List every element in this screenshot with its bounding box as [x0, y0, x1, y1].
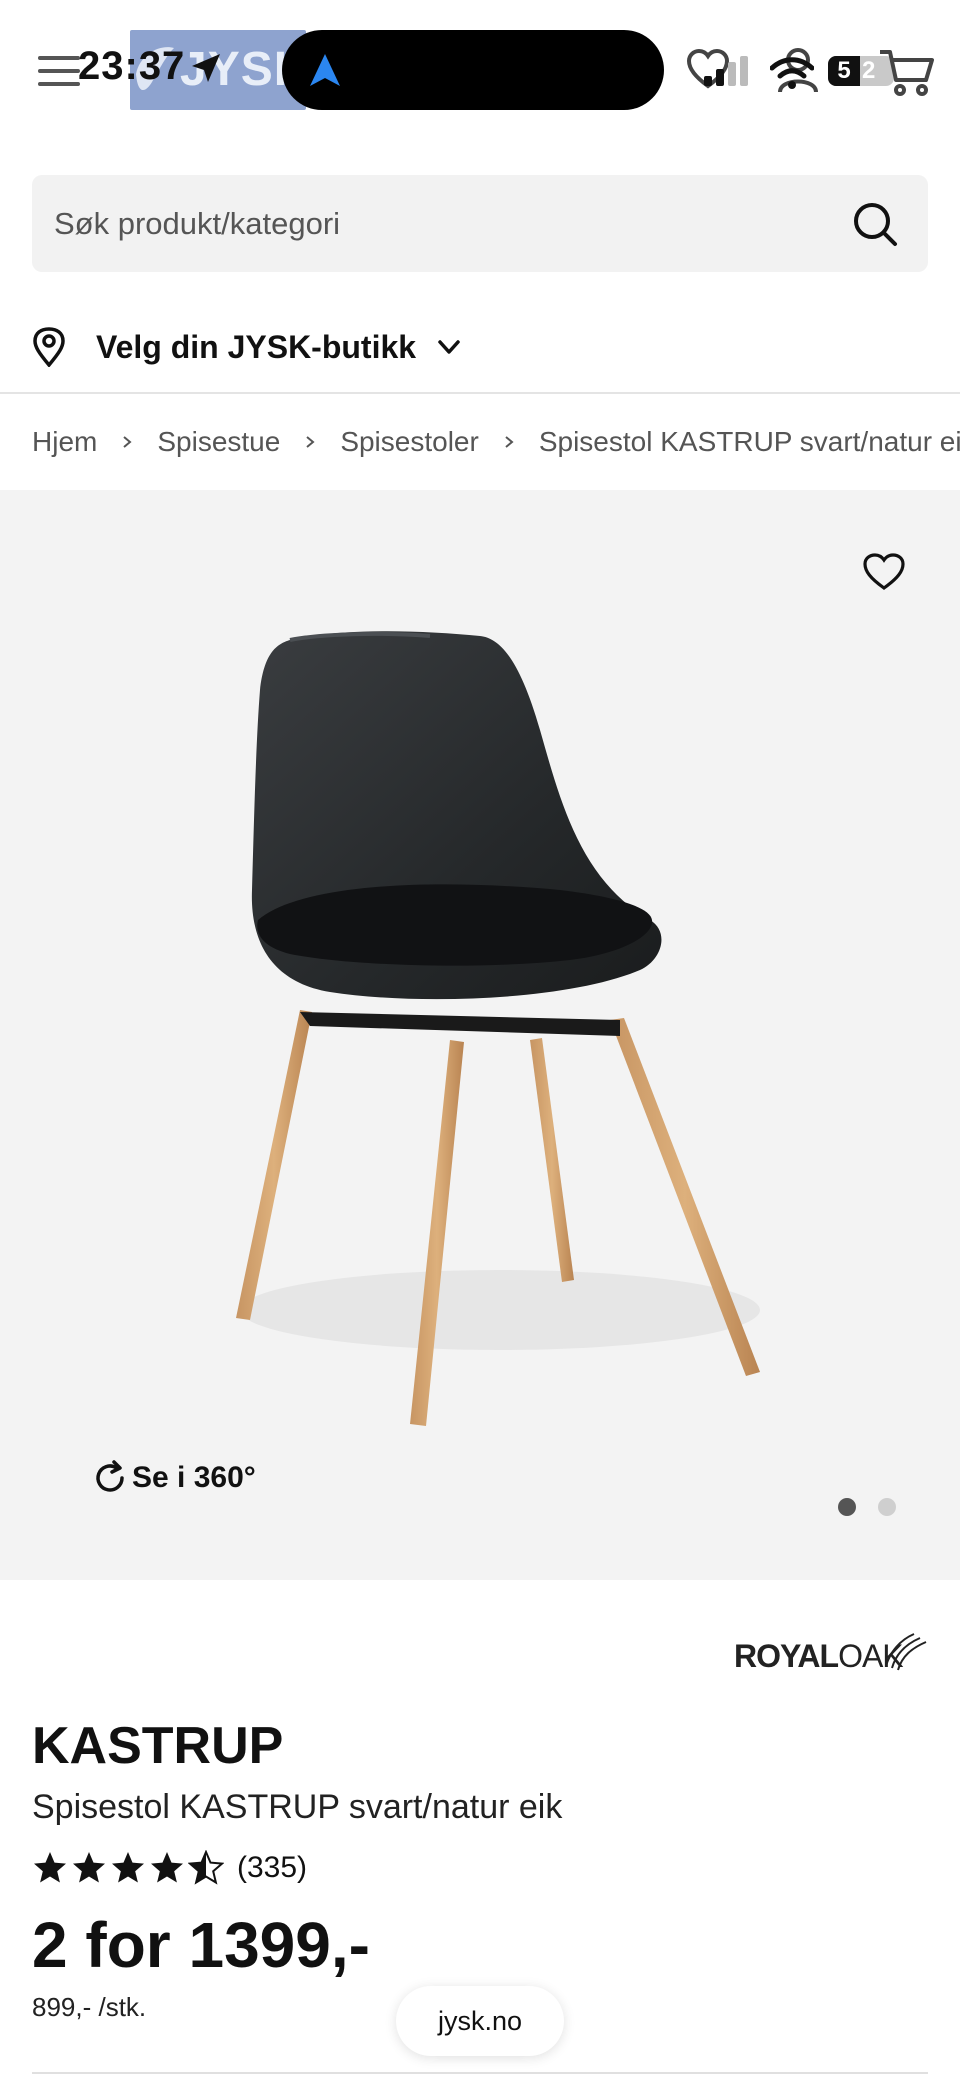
navigation-arrow-icon [310, 54, 340, 86]
rating-count: (335) [237, 1851, 308, 1884]
chevron-right-icon [306, 436, 315, 448]
star-full-icon [73, 1852, 105, 1883]
breadcrumb-item-spisestoler[interactable]: Spisestoler [340, 426, 479, 458]
dynamic-island [282, 30, 664, 110]
battery-level-secondary: 2 [862, 57, 876, 84]
browser-url-pill[interactable]: jysk.no [396, 1986, 564, 2056]
breadcrumb-item-current: Spisestol KASTRUP svart/natur eik [538, 426, 960, 457]
battery-level: 5 [828, 56, 860, 86]
status-time: 23:37 [78, 44, 186, 88]
hamburger-menu-icon[interactable] [38, 56, 80, 86]
brand-logo-royal-oak: ROYALOAK [734, 1616, 930, 1676]
gallery-dot-active[interactable] [838, 1498, 856, 1516]
search-bar[interactable] [32, 175, 928, 272]
brand-arcs-icon [885, 1633, 927, 1671]
unit-price: 899,- /stk. [32, 1992, 147, 2022]
product-title: KASTRUP [32, 1717, 284, 1775]
product-image-chair [236, 631, 760, 1426]
product-description: Spisestol KASTRUP svart/natur eik [32, 1788, 563, 1826]
gallery-dot[interactable] [878, 1498, 896, 1516]
star-full-icon [151, 1852, 183, 1883]
chevron-right-icon [505, 436, 514, 448]
view-360-button[interactable]: Se i 360° [92, 1458, 256, 1498]
cellular-signal-icon [704, 56, 748, 86]
star-full-icon [34, 1852, 66, 1883]
location-pin-icon [33, 327, 65, 367]
divider [0, 392, 960, 394]
breadcrumb-item-hjem[interactable]: Hjem [32, 426, 97, 458]
brand-royal: ROYAL [734, 1638, 839, 1674]
product-price: 2 for 1399,- [32, 1909, 370, 1981]
search-icon[interactable] [852, 201, 898, 247]
store-selector[interactable]: Velg din JYSK-butikk [32, 322, 464, 372]
shopping-cart-icon[interactable] [878, 46, 934, 98]
view-360-label: Se i 360° [132, 1461, 256, 1494]
breadcrumb: Hjem Spisestue Spisestoler Spisestol KAS… [32, 420, 960, 464]
chevron-down-icon [438, 340, 460, 354]
store-selector-label: Velg din JYSK-butikk [96, 328, 417, 365]
app-header: JYSK 23:37 5 2 [0, 0, 960, 140]
search-input[interactable] [54, 175, 834, 272]
location-arrow-icon [192, 54, 220, 82]
status-icons: 5 2 [682, 42, 942, 98]
wifi-icon [770, 57, 814, 89]
divider [32, 2072, 928, 2074]
star-half-icon [188, 1850, 224, 1885]
star-full-icon [112, 1852, 144, 1883]
chevron-right-icon [123, 436, 132, 448]
rotate-360-icon [96, 1460, 124, 1492]
add-to-favorites-heart-icon[interactable] [862, 552, 906, 592]
product-rating[interactable]: (335) [32, 1846, 307, 1890]
breadcrumb-item-spisestue[interactable]: Spisestue [157, 426, 280, 458]
